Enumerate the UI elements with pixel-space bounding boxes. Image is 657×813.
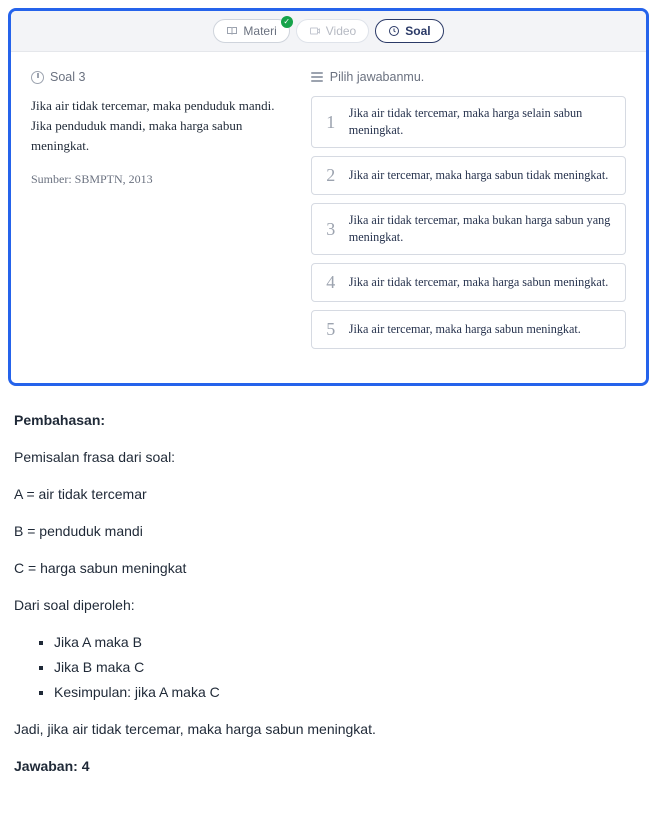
option-number: 1 <box>323 112 339 133</box>
question-source: Sumber: SBMPTN, 2013 <box>31 172 299 187</box>
tabs-bar: Materi ✓ Video Soal <box>11 11 646 52</box>
answer-option-5[interactable]: 5 Jika air tercemar, maka harga sabun me… <box>311 310 626 349</box>
answer-option-1[interactable]: 1 Jika air tidak tercemar, maka harga se… <box>311 96 626 148</box>
option-text: Jika air tidak tercemar, maka harga sela… <box>349 105 614 139</box>
question-text: Jika air tidak tercemar, maka penduduk m… <box>31 96 299 156</box>
option-number: 5 <box>323 319 339 340</box>
video-icon <box>309 25 321 37</box>
explanation-paragraph: Dari soal diperoleh: <box>14 595 639 616</box>
tab-materi[interactable]: Materi ✓ <box>213 19 289 43</box>
answers-panel: Pilih jawabanmu. 1 Jika air tidak tercem… <box>311 70 626 357</box>
explanation-definition-a: A = air tidak tercemar <box>14 484 639 505</box>
tab-soal[interactable]: Soal <box>375 19 443 43</box>
quiz-card: Materi ✓ Video Soal Soal 3 Jika air tida… <box>8 8 649 386</box>
explanation-definition-b: B = penduduk mandi <box>14 521 639 542</box>
explanation-conclusion: Jadi, jika air tidak tercemar, maka harg… <box>14 719 639 740</box>
list-icon <box>311 72 323 82</box>
clock-icon <box>388 25 400 37</box>
list-item: Jika A maka B <box>54 632 639 653</box>
tab-label: Materi <box>243 24 276 38</box>
question-panel: Soal 3 Jika air tidak tercemar, maka pen… <box>31 70 299 357</box>
list-item: Kesimpulan: jika A maka C <box>54 682 639 703</box>
option-text: Jika air tercemar, maka harga sabun tida… <box>349 167 609 184</box>
explanation-definition-c: C = harga sabun meningkat <box>14 558 639 579</box>
book-icon <box>226 25 238 37</box>
tab-label: Video <box>326 24 356 38</box>
explanation-bullets: Jika A maka B Jika B maka C Kesimpulan: … <box>54 632 639 703</box>
option-number: 3 <box>323 219 339 240</box>
tab-label: Soal <box>405 24 430 38</box>
explanation-heading: Pembahasan: <box>14 410 639 431</box>
answer-option-2[interactable]: 2 Jika air tercemar, maka harga sabun ti… <box>311 156 626 195</box>
question-number: Soal 3 <box>50 70 85 84</box>
option-number: 2 <box>323 165 339 186</box>
question-number-label: Soal 3 <box>31 70 299 84</box>
clock-icon <box>31 71 44 84</box>
explanation-paragraph: Pemisalan frasa dari soal: <box>14 447 639 468</box>
option-text: Jika air tidak tercemar, maka harga sabu… <box>349 274 609 291</box>
check-icon: ✓ <box>281 16 293 28</box>
option-text: Jika air tidak tercemar, maka bukan harg… <box>349 212 614 246</box>
tab-video[interactable]: Video <box>296 19 369 43</box>
explanation-section: Pembahasan: Pemisalan frasa dari soal: A… <box>0 394 657 813</box>
answer-option-4[interactable]: 4 Jika air tidak tercemar, maka harga sa… <box>311 263 626 302</box>
quiz-content: Soal 3 Jika air tidak tercemar, maka pen… <box>11 52 646 383</box>
final-answer: Jawaban: 4 <box>14 756 639 777</box>
list-item: Jika B maka C <box>54 657 639 678</box>
option-number: 4 <box>323 272 339 293</box>
answer-option-3[interactable]: 3 Jika air tidak tercemar, maka bukan ha… <box>311 203 626 255</box>
answer-prompt: Pilih jawabanmu. <box>311 70 626 84</box>
option-text: Jika air tercemar, maka harga sabun meni… <box>349 321 581 338</box>
